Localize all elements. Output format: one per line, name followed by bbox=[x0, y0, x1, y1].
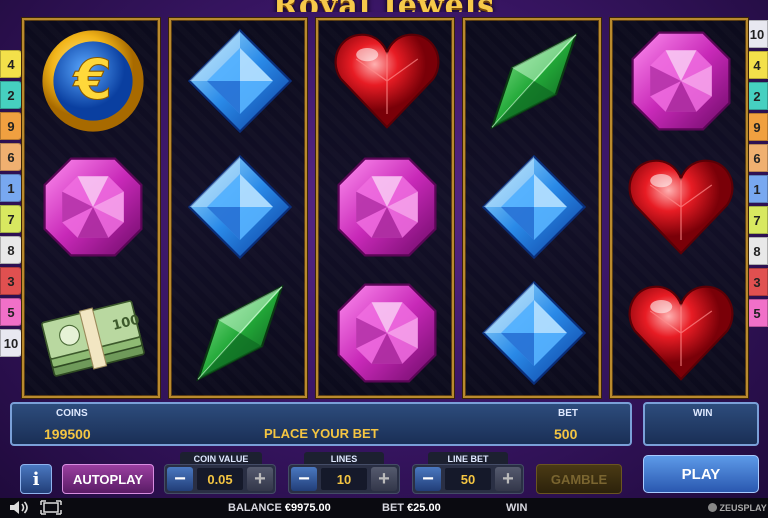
coin-value-value: 0.05 bbox=[197, 468, 243, 490]
blue-gem-symbol bbox=[474, 278, 594, 388]
balance-value: €9975.00 bbox=[284, 502, 331, 514]
play-button[interactable]: PLAY bbox=[643, 455, 759, 493]
reel-1: €100 bbox=[22, 18, 160, 398]
line-bet-plus-button[interactable]: + bbox=[495, 467, 521, 491]
right-payline-marker[interactable]: 7 bbox=[746, 206, 768, 234]
left-payline-marker[interactable]: 8 bbox=[0, 236, 22, 264]
left-payline-marker[interactable]: 3 bbox=[0, 267, 22, 295]
lines-minus-button[interactable]: − bbox=[291, 467, 317, 491]
reel-4 bbox=[463, 18, 601, 398]
line-bet-stepper: − 50 + bbox=[412, 464, 524, 494]
bet-value: 500 bbox=[554, 426, 578, 442]
win-label: WIN bbox=[693, 408, 713, 419]
pink-gem-symbol bbox=[33, 152, 153, 262]
red-heart-symbol bbox=[621, 152, 741, 262]
left-payline-marker[interactable]: 1 bbox=[0, 174, 22, 202]
win-box: WIN bbox=[643, 402, 759, 446]
bet-label: BET bbox=[558, 408, 578, 419]
money-stack-symbol: 100 bbox=[33, 278, 153, 388]
pink-gem-symbol bbox=[327, 152, 447, 262]
green-gem-symbol bbox=[474, 26, 594, 136]
left-payline-marker[interactable]: 4 bbox=[0, 50, 22, 78]
game-title: Royal Jewels bbox=[160, 0, 608, 12]
fullscreen-icon[interactable] bbox=[40, 500, 62, 518]
right-payline-marker[interactable]: 3 bbox=[746, 268, 768, 296]
coins-label: COINS bbox=[56, 408, 88, 419]
right-payline-marker[interactable]: 8 bbox=[746, 237, 768, 265]
gamble-button[interactable]: GAMBLE bbox=[536, 464, 622, 494]
reels-area: €100 bbox=[22, 18, 748, 398]
green-gem-symbol bbox=[180, 278, 300, 388]
reel-5 bbox=[610, 18, 748, 398]
line-bet-value: 50 bbox=[445, 468, 491, 490]
reel-2 bbox=[169, 18, 307, 398]
status-win-label: WIN bbox=[506, 502, 528, 514]
pink-gem-symbol bbox=[621, 26, 741, 136]
sound-icon[interactable] bbox=[8, 500, 30, 518]
blue-gem-symbol bbox=[474, 152, 594, 262]
right-payline-marker[interactable]: 4 bbox=[746, 51, 768, 79]
left-payline-marker[interactable]: 5 bbox=[0, 298, 22, 326]
status-message: PLACE YOUR BET bbox=[264, 426, 379, 441]
blue-gem-symbol bbox=[180, 26, 300, 136]
payline-markers-right: 10 4 2 9 6 1 7 8 3 5 bbox=[746, 20, 768, 330]
left-payline-marker[interactable]: 6 bbox=[0, 143, 22, 171]
blue-gem-symbol bbox=[180, 152, 300, 262]
right-payline-marker[interactable]: 9 bbox=[746, 113, 768, 141]
brand-logo: ZEUSPLAY bbox=[708, 503, 767, 513]
left-payline-marker[interactable]: 10 bbox=[0, 329, 22, 357]
autoplay-button[interactable]: AUTOPLAY bbox=[62, 464, 154, 494]
coin-value-plus-button[interactable]: + bbox=[247, 467, 273, 491]
left-payline-marker[interactable]: 9 bbox=[0, 112, 22, 140]
red-heart-symbol bbox=[327, 26, 447, 136]
lines-plus-button[interactable]: + bbox=[371, 467, 397, 491]
line-bet-minus-button[interactable]: − bbox=[415, 467, 441, 491]
status-bar: BALANCE €9975.00 BET €25.00 WIN ZEUSPLAY bbox=[0, 498, 768, 518]
right-payline-marker[interactable]: 1 bbox=[746, 175, 768, 203]
status-bet-value: €25.00 bbox=[407, 502, 441, 514]
right-payline-marker[interactable]: 10 bbox=[746, 20, 768, 48]
lines-stepper: − 10 + bbox=[288, 464, 400, 494]
right-payline-marker[interactable]: 2 bbox=[746, 82, 768, 110]
right-payline-marker[interactable]: 5 bbox=[746, 299, 768, 327]
status-bet-label: BET bbox=[382, 502, 404, 514]
euro-coin-symbol: € bbox=[33, 26, 153, 136]
coins-value: 199500 bbox=[44, 426, 91, 442]
reel-3 bbox=[316, 18, 454, 398]
balance-label: BALANCE bbox=[228, 502, 282, 514]
coin-value-minus-button[interactable]: − bbox=[167, 467, 193, 491]
payline-markers-left: 4 2 9 6 1 7 8 3 5 10 bbox=[0, 50, 22, 360]
red-heart-symbol bbox=[621, 278, 741, 388]
left-payline-marker[interactable]: 7 bbox=[0, 205, 22, 233]
coin-value-stepper: − 0.05 + bbox=[164, 464, 276, 494]
left-payline-marker[interactable]: 2 bbox=[0, 81, 22, 109]
right-payline-marker[interactable]: 6 bbox=[746, 144, 768, 172]
info-button[interactable]: i bbox=[20, 464, 52, 494]
lines-value: 10 bbox=[321, 468, 367, 490]
info-bar: COINS 199500 PLACE YOUR BET BET 500 bbox=[10, 402, 632, 446]
pink-gem-symbol bbox=[327, 278, 447, 388]
svg-text:€: € bbox=[72, 48, 112, 112]
